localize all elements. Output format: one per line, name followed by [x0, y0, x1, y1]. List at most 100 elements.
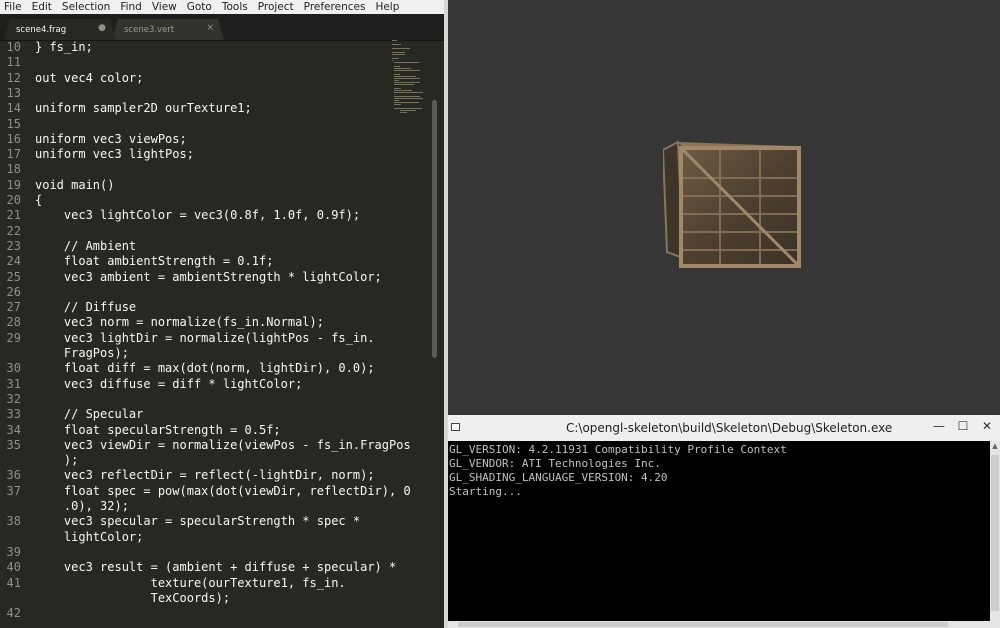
console-app-icon[interactable]	[451, 423, 460, 431]
console-line: GL_VERSION: 4.2.11931 Compatibility Prof…	[449, 443, 787, 456]
minimap-line	[394, 100, 400, 101]
close-icon[interactable]: ✕	[976, 417, 998, 435]
minimap-line	[394, 98, 423, 99]
line-text: FragPos);	[35, 346, 129, 360]
minimap-line	[394, 108, 422, 109]
line-text: vec3 result = (ambient + diffuse + specu…	[35, 560, 397, 575]
line-number: 18	[6, 162, 21, 177]
line-number: 19	[6, 177, 21, 192]
scroll-up-icon[interactable]: ▲	[990, 442, 1000, 450]
line-number: 28	[6, 315, 21, 330]
console-vertical-scrollbar[interactable]: ▲	[990, 441, 1000, 628]
menu-item-preferences[interactable]: Preferences	[300, 0, 372, 14]
line-text: out vec4 color;	[35, 70, 144, 85]
line-number: 41	[6, 575, 21, 590]
line-text: uniform vec3 viewPos;	[35, 131, 187, 146]
line-text: vec3 ambient = ambientStrength * lightCo…	[35, 269, 382, 284]
menu-item-edit[interactable]: Edit	[28, 0, 58, 14]
minimap-line	[394, 76, 416, 77]
tab-scene4-frag[interactable]: scene4.frag ●	[4, 19, 116, 40]
menu-item-file[interactable]: File	[0, 0, 28, 14]
tab-scene3-vert[interactable]: scene3.vert ×	[112, 19, 224, 40]
line-number: 38	[6, 514, 21, 529]
line-text: float spec = pow(max(dot(viewDir, reflec…	[35, 483, 411, 498]
line-text: lightColor;	[35, 529, 144, 544]
code-editor: File Edit Selection Find View Goto Tools Projec…	[0, 0, 444, 628]
minimap-line	[394, 90, 412, 91]
line-text: vec3 lightColor = vec3(0.8f, 1.0f, 0.9f)…	[35, 208, 361, 223]
line-number: 32	[6, 391, 21, 406]
minimap-line	[394, 68, 412, 69]
line-number: 22	[6, 223, 21, 238]
line-number	[0, 591, 21, 606]
minimap-line	[394, 62, 419, 63]
line-text: {	[35, 193, 43, 207]
console-horizontal-scrollbar[interactable]	[448, 621, 990, 628]
line-text: uniform vec3 lightPos;	[35, 147, 194, 162]
close-tab-icon[interactable]: ×	[206, 23, 214, 33]
line-text: // Diffuse	[35, 300, 137, 315]
menu-item-view[interactable]: View	[148, 0, 183, 14]
menu-item-goto[interactable]: Goto	[183, 0, 218, 14]
minimap-line	[392, 54, 406, 55]
minimap-line	[394, 82, 420, 83]
console-output[interactable]: GL_VERSION: 4.2.11931 Compatibility Prof…	[448, 441, 990, 628]
line-number: 12	[6, 70, 21, 85]
opengl-viewport[interactable]	[448, 0, 1000, 415]
minimap-line	[392, 40, 397, 41]
menu-item-selection[interactable]: Selection	[58, 0, 116, 14]
line-number	[0, 346, 21, 361]
minimap-line	[394, 78, 420, 79]
maximize-icon[interactable]: ☐	[952, 417, 974, 435]
line-text: vec3 reflectDir = reflect(-lightDir, nor…	[35, 468, 375, 483]
code-area[interactable]: 10} fs_in; 11 12 out vec4 color; 13 14 uniform…	[0, 40, 432, 628]
line-number: 25	[6, 269, 21, 284]
editor-scrollbar[interactable]	[432, 100, 437, 358]
scroll-thumb[interactable]	[991, 455, 999, 611]
line-text: vec3 lightDir = normalize(lightPos - fs_…	[35, 330, 375, 345]
minimap-line	[394, 104, 401, 105]
line-text: void main()	[35, 177, 115, 192]
minimap-line	[392, 48, 410, 49]
tab-label: scene4.frag	[16, 24, 67, 35]
line-number: 20	[6, 193, 21, 207]
minimap-line	[394, 66, 400, 67]
line-text: vec3 norm = normalize(fs_in.Normal);	[35, 315, 324, 330]
minimap-line	[400, 112, 407, 113]
line-number: 35	[6, 437, 21, 452]
minimap-line	[394, 94, 396, 95]
line-text: } fs_in;	[35, 40, 93, 54]
line-number: 21	[6, 208, 21, 223]
hscroll-thumb[interactable]	[458, 622, 948, 627]
minimap-line	[394, 102, 419, 103]
line-number	[0, 499, 21, 514]
line-number: 27	[6, 300, 21, 315]
line-number: 14	[6, 101, 21, 116]
menu-item-find[interactable]: Find	[116, 0, 148, 14]
tab-label: scene3.vert	[124, 24, 175, 35]
minimap-line	[394, 80, 400, 81]
line-text: uniform sampler2D ourTexture1;	[35, 101, 252, 116]
line-number: 29	[6, 330, 21, 345]
textured-crate-cube	[663, 140, 801, 268]
minimap-line	[394, 96, 420, 97]
minimap[interactable]	[392, 40, 430, 120]
line-number: 34	[6, 422, 21, 437]
minimap-line	[392, 52, 405, 53]
line-number: 36	[6, 468, 21, 483]
unsaved-dot-icon[interactable]: ●	[98, 23, 106, 33]
line-number: 30	[6, 361, 21, 376]
console-window: C:\opengl-skeleton\build\Skeleton\Debug\…	[448, 415, 1000, 628]
line-number: 10	[6, 40, 21, 54]
minimize-icon[interactable]: —	[928, 417, 950, 435]
console-line: GL_VENDOR: ATI Technologies Inc.	[449, 457, 661, 470]
line-number: 17	[6, 147, 21, 162]
console-title: C:\opengl-skeleton\build\Skeleton\Debug\…	[566, 421, 893, 435]
console-titlebar[interactable]: C:\opengl-skeleton\build\Skeleton\Debug\…	[448, 415, 1000, 441]
line-number: 37	[6, 483, 21, 498]
menu-item-project[interactable]: Project	[254, 0, 300, 14]
console-line: Starting...	[449, 485, 522, 498]
menu-item-help[interactable]: Help	[371, 0, 405, 14]
menu-item-tools[interactable]: Tools	[218, 0, 254, 14]
line-number: 42	[6, 606, 21, 621]
